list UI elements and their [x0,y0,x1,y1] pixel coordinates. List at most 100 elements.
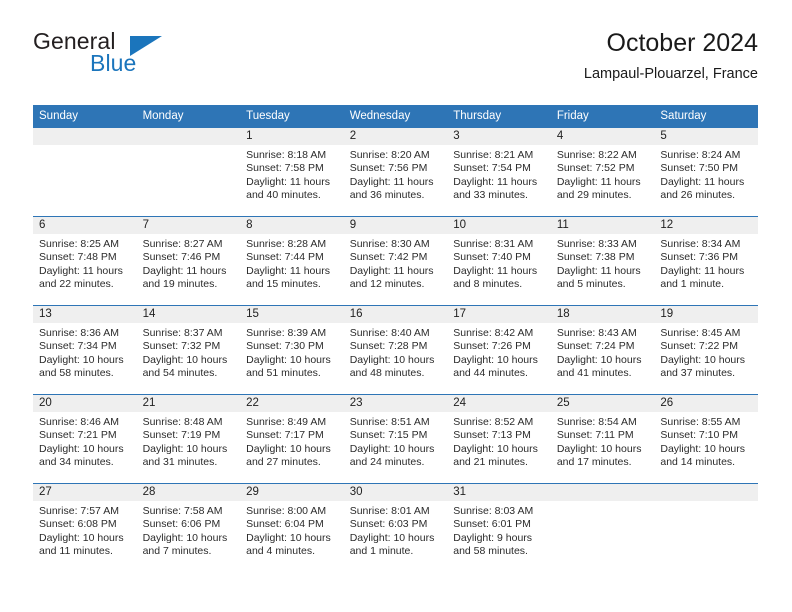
calendar-day-cell[interactable]: 11 Sunrise: 8:33 AM Sunset: 7:38 PM Dayligh… [550,216,655,306]
sunset-text: Sunset: 6:01 PM [453,518,531,531]
day-number: 14 [136,306,241,323]
page-subtitle: Lampaul-Plouarzel, France [583,66,758,82]
day-details: Sunrise: 8:43 AM Sunset: 7:24 PM Daylight:… [551,323,655,380]
calendar-day-cell[interactable]: 23 Sunrise: 8:51 AM Sunset: 7:15 PM Dayligh… [343,394,448,484]
daylight-text: and 36 minutes. [349,188,425,201]
sunset-text: Sunset: 7:10 PM [660,429,739,442]
daylight-text: and 1 minute. [349,544,414,557]
sunset-text: Sunset: 7:42 PM [349,251,428,264]
daylight-text: Daylight: 10 hours [39,442,124,455]
daylight-text: and 31 minutes. [142,455,218,468]
calendar-day-cell[interactable]: 10 Sunrise: 8:31 AM Sunset: 7:40 PM Dayligh… [447,216,551,306]
sunrise-text: Sunrise: 8:00 AM [246,505,327,517]
calendar-day-cell[interactable]: 25 Sunrise: 8:54 AM Sunset: 7:11 PM Dayligh… [550,394,655,484]
calendar-day-cell-empty [550,483,655,572]
day-number: 5 [654,128,758,145]
day-details: Sunrise: 8:20 AM Sunset: 7:56 PM Daylight:… [344,145,448,202]
daylight-text: and 22 minutes. [39,277,114,290]
calendar-day-cell[interactable]: 8 Sunrise: 8:28 AM Sunset: 7:44 PM Daylight… [240,216,344,306]
sunrise-text: Sunrise: 8:49 AM [246,416,327,428]
brand-logo[interactable]: General Blue [33,28,223,86]
sunset-text: Sunset: 7:30 PM [246,340,324,353]
daylight-text: and 11 minutes. [39,544,113,557]
calendar-day-cell[interactable]: 28 Sunrise: 7:58 AM Sunset: 6:06 PM Dayligh… [136,483,241,572]
calendar-day-cell[interactable]: 18 Sunrise: 8:43 AM Sunset: 7:24 PM Dayligh… [550,305,655,395]
sunrise-text: Sunrise: 8:45 AM [660,327,741,339]
sunset-text: Sunset: 6:08 PM [39,518,117,531]
daylight-text: Daylight: 11 hours [660,264,745,277]
sunset-text: Sunset: 7:13 PM [453,429,531,442]
day-number [654,484,758,501]
calendar-day-cell[interactable]: 1 Sunrise: 8:18 AM Sunset: 7:58 PM Daylight… [240,128,344,217]
daylight-text: Daylight: 10 hours [246,442,331,455]
calendar-day-cell[interactable]: 7 Sunrise: 8:27 AM Sunset: 7:46 PM Daylight… [136,216,241,306]
daylight-text: and 4 minutes. [246,544,316,557]
day-number: 11 [550,217,655,234]
daylight-text: and 21 minutes. [453,455,528,468]
day-details: Sunrise: 8:27 AM Sunset: 7:46 PM Daylight:… [137,234,241,291]
calendar-day-cell[interactable]: 14 Sunrise: 8:37 AM Sunset: 7:32 PM Dayligh… [136,305,241,395]
daylight-text: Daylight: 11 hours [453,264,538,277]
sunset-text: Sunset: 7:40 PM [453,251,531,264]
daylight-text: Daylight: 10 hours [349,353,435,366]
calendar-day-cell[interactable]: 22 Sunrise: 8:49 AM Sunset: 7:17 PM Dayligh… [240,394,344,484]
calendar-day-cell[interactable]: 24 Sunrise: 8:52 AM Sunset: 7:13 PM Dayligh… [447,394,551,484]
sunset-text: Sunset: 7:56 PM [349,162,428,175]
calendar-day-cell[interactable]: 4 Sunrise: 8:22 AM Sunset: 7:52 PM Daylight… [550,128,655,217]
sunset-text: Sunset: 7:34 PM [39,340,117,353]
day-details: Sunrise: 8:46 AM Sunset: 7:21 PM Daylight:… [33,412,137,469]
daylight-text: and 1 minute. [660,277,725,290]
sunrise-text: Sunrise: 8:22 AM [556,149,637,161]
calendar-day-cell[interactable]: 6 Sunrise: 8:25 AM Sunset: 7:48 PM Daylight… [33,216,137,306]
calendar-day-cell[interactable]: 17 Sunrise: 8:42 AM Sunset: 7:26 PM Dayligh… [447,305,551,395]
daylight-text: Daylight: 10 hours [556,353,642,366]
sunrise-text: Sunrise: 8:01 AM [349,505,430,517]
day-number: 19 [654,306,758,323]
calendar-day-cell[interactable]: 3 Sunrise: 8:21 AM Sunset: 7:54 PM Daylight… [447,128,551,217]
daylight-text: Daylight: 11 hours [453,175,538,188]
sunrise-text: Sunrise: 8:46 AM [39,416,119,428]
calendar-day-cell[interactable]: 12 Sunrise: 8:34 AM Sunset: 7:36 PM Dayligh… [654,216,758,306]
day-number [136,128,241,145]
calendar-day-cell[interactable]: 29 Sunrise: 8:00 AM Sunset: 6:04 PM Dayligh… [240,483,344,572]
daylight-text: Daylight: 11 hours [349,264,434,277]
daylight-text: and 14 minutes. [660,455,736,468]
sunset-text: Sunset: 6:06 PM [142,518,221,531]
day-details: Sunrise: 8:25 AM Sunset: 7:48 PM Daylight:… [33,234,137,291]
calendar-day-cell[interactable]: 31 Sunrise: 8:03 AM Sunset: 6:01 PM Dayligh… [447,483,551,572]
daylight-text: Daylight: 10 hours [39,353,124,366]
daylight-text: Daylight: 10 hours [453,442,538,455]
sunrise-text: Sunrise: 8:55 AM [660,416,741,428]
calendar-day-cell[interactable]: 9 Sunrise: 8:30 AM Sunset: 7:42 PM Daylight… [343,216,448,306]
weekday-header-friday: Friday [550,105,655,128]
calendar-day-cell[interactable]: 26 Sunrise: 8:55 AM Sunset: 7:10 PM Dayligh… [654,394,758,484]
daylight-text: Daylight: 11 hours [556,175,641,188]
calendar-day-cell[interactable]: 2 Sunrise: 8:20 AM Sunset: 7:56 PM Daylight… [343,128,448,217]
sunset-text: Sunset: 7:17 PM [246,429,324,442]
day-details: Sunrise: 8:54 AM Sunset: 7:11 PM Daylight:… [551,412,655,469]
calendar-day-cell[interactable]: 19 Sunrise: 8:45 AM Sunset: 7:22 PM Dayligh… [654,305,758,395]
day-details: Sunrise: 8:55 AM Sunset: 7:10 PM Daylight:… [654,412,758,469]
calendar-day-cell[interactable]: 21 Sunrise: 8:48 AM Sunset: 7:19 PM Dayligh… [136,394,241,484]
day-number: 24 [447,395,551,412]
sunset-text: Sunset: 7:38 PM [556,251,635,264]
sunrise-text: Sunrise: 7:57 AM [39,505,119,517]
sunset-text: Sunset: 7:54 PM [453,162,531,175]
daylight-text: and 26 minutes. [660,188,736,201]
calendar-day-cell[interactable]: 30 Sunrise: 8:01 AM Sunset: 6:03 PM Dayligh… [343,483,448,572]
calendar-day-cell[interactable]: 13 Sunrise: 8:36 AM Sunset: 7:34 PM Dayligh… [33,305,137,395]
daylight-text: Daylight: 10 hours [39,531,124,544]
calendar-day-cell[interactable]: 15 Sunrise: 8:39 AM Sunset: 7:30 PM Dayligh… [240,305,344,395]
sunrise-text: Sunrise: 8:21 AM [453,149,534,161]
calendar-day-cell[interactable]: 20 Sunrise: 8:46 AM Sunset: 7:21 PM Dayligh… [33,394,137,484]
daylight-text: Daylight: 11 hours [660,175,745,188]
daylight-text: and 34 minutes. [39,455,114,468]
day-number: 7 [136,217,241,234]
calendar-day-cell[interactable]: 27 Sunrise: 7:57 AM Sunset: 6:08 PM Dayligh… [33,483,137,572]
daylight-text: Daylight: 10 hours [246,531,331,544]
calendar-day-cell-empty [33,128,137,217]
calendar-day-cell[interactable]: 16 Sunrise: 8:40 AM Sunset: 7:28 PM Dayligh… [343,305,448,395]
day-number: 26 [654,395,758,412]
daylight-text: and 37 minutes. [660,366,736,379]
calendar-day-cell[interactable]: 5 Sunrise: 8:24 AM Sunset: 7:50 PM Daylight… [654,128,758,217]
